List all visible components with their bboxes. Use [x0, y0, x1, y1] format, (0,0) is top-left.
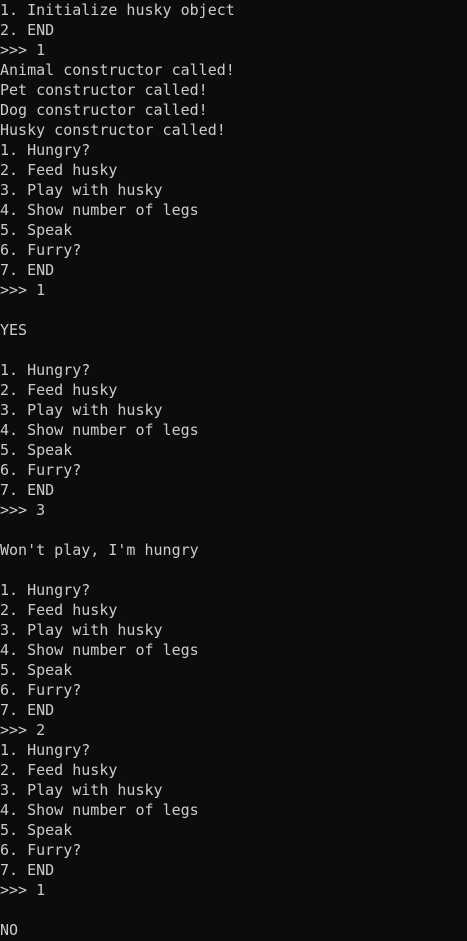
console-line: 2. Feed husky	[0, 381, 118, 399]
console-line: 7. END	[0, 481, 55, 499]
console-line: 7. END	[0, 861, 55, 879]
console-line: 5. Speak	[0, 221, 73, 239]
console-line: 5. Speak	[0, 441, 73, 459]
console-line: 1. Hungry?	[0, 581, 91, 599]
console-line: 4. Show number of legs	[0, 201, 199, 219]
console-line: 3. Play with husky	[0, 781, 163, 799]
console-line: 1. Hungry?	[0, 361, 91, 379]
console-window[interactable]: 1. Initialize husky object 2. END >>> 1 Ani…	[0, 0, 467, 941]
console-line: 3. Play with husky	[0, 621, 163, 639]
console-line: 7. END	[0, 261, 55, 279]
console-line: >>> 2	[0, 721, 46, 739]
console-line: 2. Feed husky	[0, 601, 118, 619]
console-line: 6. Furry?	[0, 241, 82, 259]
console-line: 6. Furry?	[0, 461, 82, 479]
console-line: 3. Play with husky	[0, 181, 163, 199]
console-line: 4. Show number of legs	[0, 421, 199, 439]
console-line: 5. Speak	[0, 661, 73, 679]
console-line: 5. Speak	[0, 821, 73, 839]
console-line: 1. Hungry?	[0, 741, 91, 759]
console-line: Dog constructor called!	[0, 101, 208, 119]
console-line: 1. Initialize husky object	[0, 1, 235, 19]
console-output: 1. Initialize husky object 2. END >>> 1 Ani…	[0, 0, 467, 940]
console-line: Won't play, I'm hungry	[0, 541, 199, 559]
console-line: 2. Feed husky	[0, 161, 118, 179]
console-line: Husky constructor called!	[0, 121, 226, 139]
console-line: Pet constructor called!	[0, 81, 208, 99]
console-line: 6. Furry?	[0, 841, 82, 859]
console-line: >>> 1	[0, 41, 46, 59]
console-line: >>> 1	[0, 881, 46, 899]
console-line: Animal constructor called!	[0, 61, 235, 79]
console-line: 2. END	[0, 21, 55, 39]
console-line: 1. Hungry?	[0, 141, 91, 159]
console-line: 7. END	[0, 701, 55, 719]
console-line: >>> 3	[0, 501, 46, 519]
console-line: YES	[0, 321, 28, 339]
console-line: 4. Show number of legs	[0, 641, 199, 659]
console-line: 3. Play with husky	[0, 401, 163, 419]
console-line: 6. Furry?	[0, 681, 82, 699]
console-line: NO	[0, 921, 19, 939]
console-line: 4. Show number of legs	[0, 801, 199, 819]
console-line: >>> 1	[0, 281, 46, 299]
console-line: 2. Feed husky	[0, 761, 118, 779]
